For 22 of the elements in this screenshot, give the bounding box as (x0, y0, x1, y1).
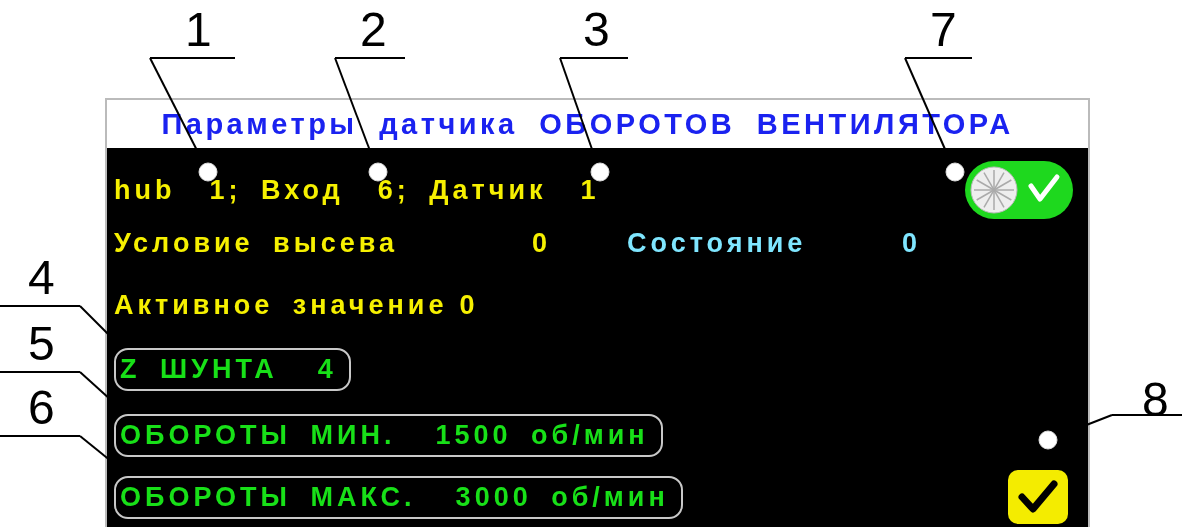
toggle-switch[interactable] (965, 161, 1073, 219)
seeding-condition-label: Условие высева (114, 227, 400, 259)
parameter-field[interactable]: ОБОРОТЫ МАКС. 3000 об/мин (114, 475, 683, 519)
parameter-field[interactable]: Z ШУНТА 4 (114, 347, 351, 391)
callout-number: 5 (28, 316, 55, 372)
confirm-checkbox[interactable] (1008, 470, 1068, 524)
active-value: 0 (459, 289, 479, 321)
callout-number: 6 (28, 380, 55, 436)
sensor-info: 1; Вход (209, 174, 344, 206)
state-value: 0 (902, 227, 922, 259)
callout-number: 4 (28, 250, 55, 306)
callout-number: 1 (185, 2, 212, 58)
callout-number: 3 (583, 2, 610, 58)
sensor-info: hub (114, 174, 176, 206)
seeding-condition-value: 0 (532, 227, 553, 259)
active-value-label: Активное значение (114, 289, 448, 321)
sensor-info: 1 (580, 174, 600, 206)
callout-number: 2 (360, 2, 387, 58)
state-label: Состояние (627, 227, 808, 259)
parameter-field[interactable]: ОБОРОТЫ МИН. 1500 об/мин (114, 413, 663, 457)
callout-number: 7 (930, 2, 957, 58)
sensor-info: 6; Датчик (377, 174, 547, 206)
